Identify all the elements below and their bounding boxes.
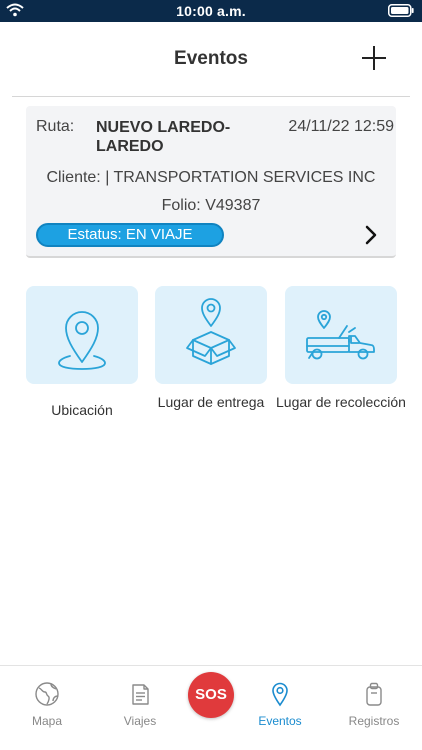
globe-icon <box>35 682 59 706</box>
ubicacion-label: Ubicación <box>51 402 113 418</box>
ruta-label: Ruta: <box>36 118 75 135</box>
pickup-truck-icon <box>306 310 375 360</box>
tab-registros-label: Registros <box>348 714 400 728</box>
delivery-box-icon <box>186 298 236 365</box>
status-badge: Estatus: EN VIAJE <box>36 223 224 247</box>
add-event-button[interactable] <box>360 44 388 72</box>
status-time: 10:00 a.m. <box>176 3 246 19</box>
tab-eventos-label: Eventos <box>258 714 302 728</box>
lugar-recoleccion-tile[interactable] <box>285 286 397 384</box>
tab-viajes-label: Viajes <box>123 714 157 728</box>
tab-viajes[interactable]: Viajes <box>98 666 182 750</box>
header: Eventos <box>0 22 422 94</box>
tab-mapa-label: Mapa <box>31 714 63 728</box>
location-pin-icon <box>58 311 106 370</box>
battery-icon <box>388 4 414 17</box>
chevron-right-icon[interactable] <box>364 224 378 246</box>
event-card[interactable]: Ruta: NUEVO LAREDO-LAREDO 24/11/22 12:59… <box>26 106 396 258</box>
location-icon <box>272 682 288 707</box>
header-divider <box>12 96 410 97</box>
lugar-recoleccion-label: Lugar de recolección <box>276 394 406 410</box>
document-icon <box>132 684 149 705</box>
event-date: 24/11/22 12:59 <box>288 118 394 135</box>
folio-text: Folio: V49387 <box>161 197 261 214</box>
lugar-entrega-label: Lugar de entrega <box>157 394 265 410</box>
tab-mapa[interactable]: Mapa <box>5 666 89 750</box>
page-title: Eventos <box>174 48 248 69</box>
ubicacion-tile[interactable] <box>26 286 138 384</box>
status-bar: 10:00 a.m. <box>0 0 422 22</box>
cliente-text: Cliente: | TRANSPORTATION SERVICES INC <box>46 169 376 186</box>
clipboard-icon <box>366 682 382 706</box>
tab-eventos[interactable]: Eventos <box>238 666 322 750</box>
ruta-value: NUEVO LAREDO-LAREDO <box>96 119 231 155</box>
sos-button[interactable]: SOS <box>188 672 234 718</box>
tab-registros[interactable]: Registros <box>332 666 416 750</box>
lugar-entrega-tile[interactable] <box>155 286 267 384</box>
